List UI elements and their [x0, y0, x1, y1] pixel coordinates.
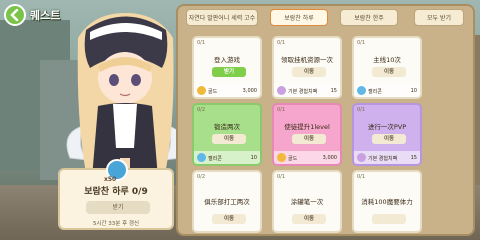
quest-reward: 젤리콘 10	[194, 151, 260, 164]
page-title: 퀘스트	[30, 9, 61, 22]
reward-name: 젤리콘	[208, 156, 222, 162]
reward-value: 3,000	[322, 155, 337, 161]
quest-name: 消耗100魔要体力	[361, 198, 413, 206]
quest-action-button[interactable]	[372, 214, 406, 224]
reward-icon	[357, 153, 366, 162]
quest-name: 使徒提升1level	[284, 123, 330, 131]
quest-card: 0/1 使徒提升1level 이동골드 3,000	[272, 103, 342, 166]
quest-progress: 0/2	[197, 107, 206, 113]
quest-reward: 골드 3,000	[194, 84, 260, 97]
quest-card: 0/1 领取挂机资源一次 이동기본 경험치팩 15	[272, 36, 342, 99]
quest-action-button[interactable]: 이동	[372, 67, 406, 77]
reward-icon	[197, 86, 206, 95]
quest-progress: 0/2	[197, 174, 206, 180]
quest-reward: 기본 경험치팩 15	[274, 84, 340, 97]
quest-action-button[interactable]: 이동	[212, 214, 246, 224]
quest-progress: 0/1	[357, 174, 366, 180]
tab-special[interactable]: 자연다 발판어니 세력 고수	[186, 9, 258, 26]
quest-name: 登入游戏	[214, 56, 240, 64]
quest-reward: 젤리콘 10	[354, 84, 420, 97]
back-arrow-icon	[10, 9, 19, 21]
quest-action-button[interactable]: 이동	[292, 67, 326, 77]
quest-name: 锻造两次	[214, 123, 240, 131]
quest-name: 俱乐部打工两次	[204, 198, 250, 206]
quest-reward: 골드 3,000	[274, 151, 340, 164]
quest-panel: 자연다 발판어니 세력 고수 보람찬 하루 보람찬 한주 모두 받기 0/1 登入…	[176, 4, 475, 236]
quest-action-button[interactable]: 받기	[212, 67, 246, 77]
header: 퀘스트	[4, 4, 60, 26]
summary-title: 보람찬 하루 0/9	[84, 187, 148, 197]
quest-card: 0/1 进行一次PVP 이동기본 경험치팩 15	[352, 103, 422, 166]
reset-timer: 5시간 33분 후 갱신	[92, 221, 140, 227]
reward-name: 골드	[288, 156, 298, 162]
reward-name: 젤리콘	[368, 89, 382, 95]
quest-card: 0/2 俱乐部打工两次 이동	[192, 170, 262, 233]
tab-weekly[interactable]: 보람찬 한주	[340, 9, 398, 26]
tab-daily[interactable]: 보람찬 하루	[270, 9, 328, 26]
reward-name: 기본 경험치팩	[288, 89, 318, 95]
reward-value: 10	[410, 88, 417, 94]
reward-value: 3,000	[242, 88, 257, 94]
quest-progress: 0/1	[277, 174, 286, 180]
summary-reward: x50	[104, 176, 117, 183]
quest-name: 进行一次PVP	[367, 123, 407, 131]
quest-progress: 0/1	[357, 40, 366, 46]
claim-all-button[interactable]: 모두 받기	[414, 9, 464, 26]
reward-icon	[357, 86, 366, 95]
reward-value: 15	[410, 155, 417, 161]
claim-summary-button[interactable]: 받기	[86, 201, 150, 214]
quest-card: 0/2 锻造两次 이동젤리콘 10	[192, 103, 262, 166]
reward-icon	[277, 86, 286, 95]
quest-card: 0/1 涂罐笔一次 이동	[272, 170, 342, 233]
quest-name: 领取挂机资源一次	[281, 56, 333, 64]
quest-progress: 0/1	[357, 107, 366, 113]
reward-value: 10	[250, 155, 257, 161]
quest-reward: 기본 경험치팩 15	[354, 151, 420, 164]
quest-card: 0/1 登入游戏 받기골드 3,000	[192, 36, 262, 99]
quest-progress: 0/1	[277, 107, 286, 113]
quest-card: 0/1 消耗100魔要体力	[352, 170, 422, 233]
back-button[interactable]	[4, 4, 26, 26]
quest-action-button[interactable]: 이동	[372, 134, 406, 144]
quest-progress: 0/1	[197, 40, 206, 46]
quest-name: 主线10次	[373, 56, 401, 64]
reward-icon	[197, 153, 206, 162]
quest-action-button[interactable]: 이동	[212, 134, 246, 144]
quest-name: 涂罐笔一次	[290, 198, 324, 206]
quest-progress: 0/1	[277, 40, 286, 46]
quest-action-button[interactable]: 이동	[292, 214, 326, 224]
quest-action-button[interactable]: 이동	[292, 134, 326, 144]
reward-value: 15	[330, 88, 337, 94]
quest-card: 0/1 主线10次 이동젤리콘 10	[352, 36, 422, 99]
daily-summary-panel: x50 보람찬 하루 0/9 받기 5시간 33분 후 갱신	[58, 159, 174, 230]
reward-name: 골드	[208, 89, 218, 95]
reward-name: 기본 경험치팩	[368, 156, 398, 162]
reward-icon	[277, 153, 286, 162]
